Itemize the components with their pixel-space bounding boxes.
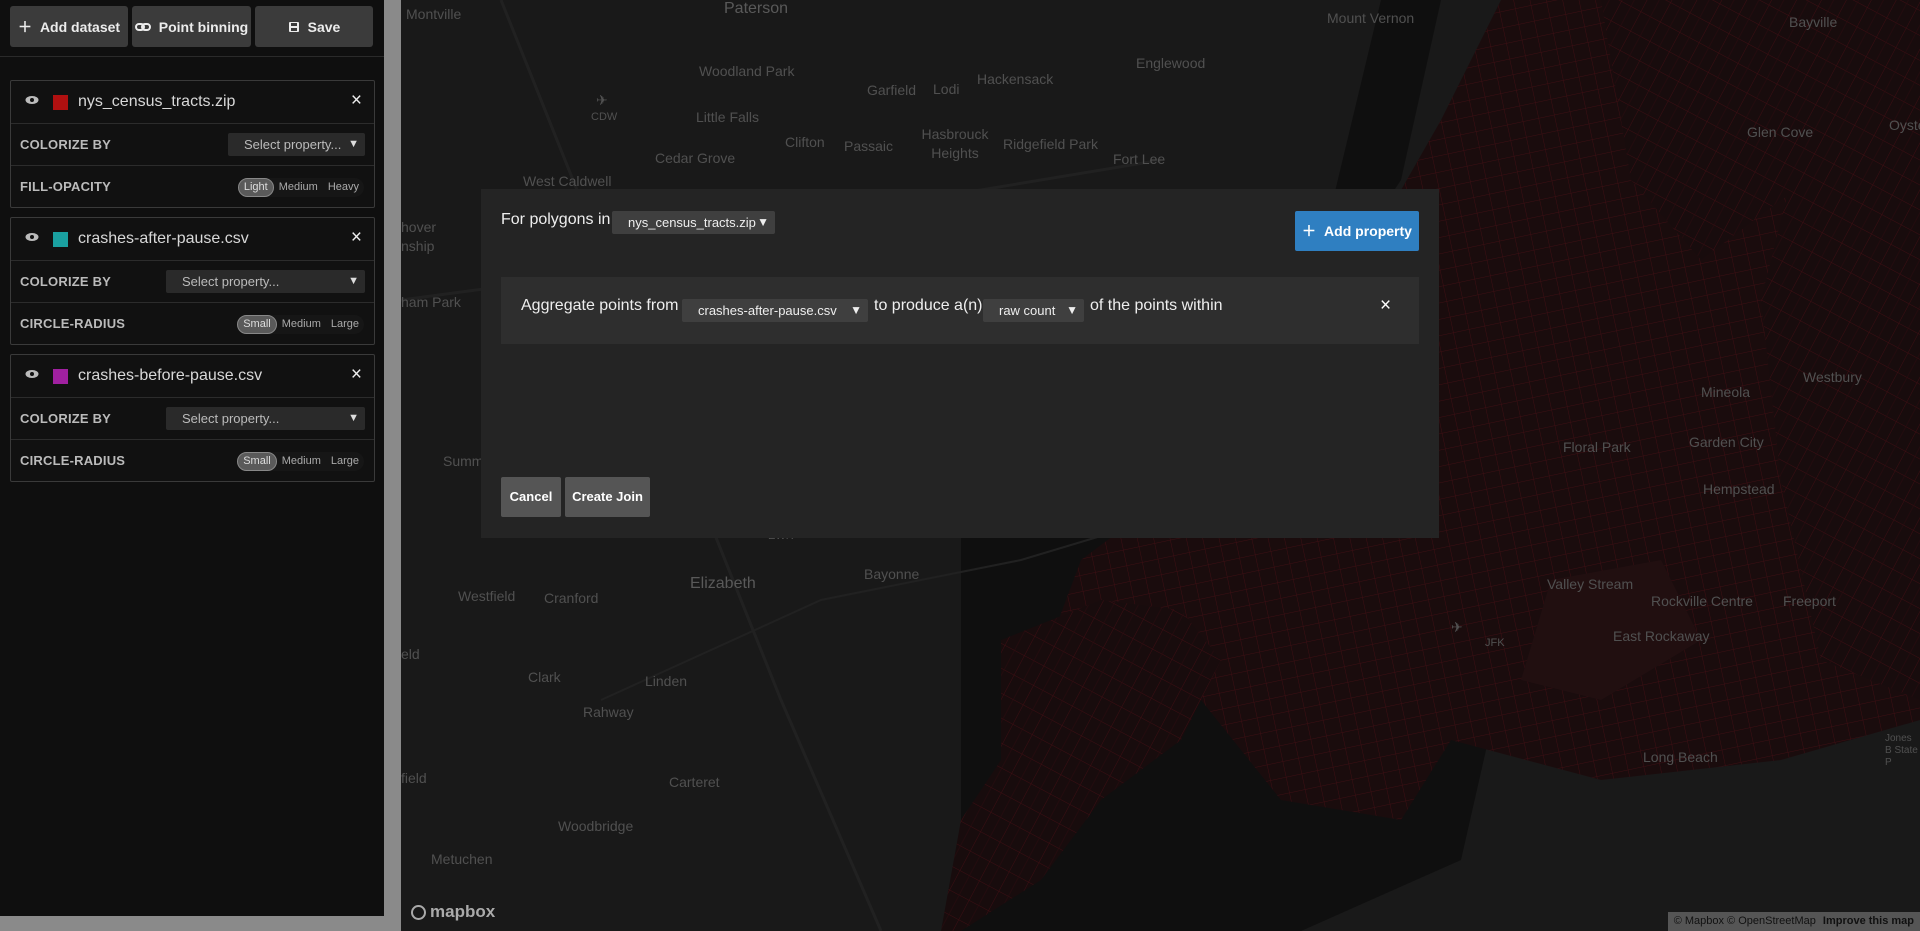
chevron-down-icon: ▼ xyxy=(1066,303,1078,317)
option-medium[interactable]: Medium xyxy=(277,452,326,471)
chevron-down-icon: ▼ xyxy=(348,138,359,150)
chevron-down-icon: ▼ xyxy=(348,275,359,287)
attribution: © Mapbox © OpenStreetMap Improve this ma… xyxy=(1667,912,1920,931)
colorize-select[interactable]: Select property... ▼ xyxy=(166,407,365,430)
colorize-label: COLORIZE BY xyxy=(20,274,112,289)
option-small[interactable]: Small xyxy=(237,452,277,471)
layer-name: crashes-before-pause.csv xyxy=(78,367,263,384)
layer-header: crashes-before-pause.csv × xyxy=(11,355,374,397)
layer-name: crashes-after-pause.csv xyxy=(78,230,249,247)
layer-card-crashes-after-pause: crashes-after-pause.csv × COLORIZE BY Se… xyxy=(10,217,375,345)
save-button[interactable]: Save xyxy=(255,6,373,47)
add-dataset-label: Add dataset xyxy=(39,18,121,35)
plus-icon: ＋ xyxy=(1302,223,1317,239)
mapbox-logo-icon xyxy=(411,904,426,920)
sidebar-horizontal-scrollbar[interactable] xyxy=(0,916,384,931)
link-icon xyxy=(134,22,151,31)
remove-layer-icon[interactable]: × xyxy=(351,227,362,249)
point-dataset-select[interactable]: crashes-after-pause.csv ▼ xyxy=(682,299,868,322)
aggregation-type-value: raw count xyxy=(999,303,1056,318)
colorize-select-value: Select property... xyxy=(182,411,280,426)
style-label: FILL-OPACITY xyxy=(20,179,111,194)
mapbox-logo-text: mapbox xyxy=(430,902,496,921)
add-dataset-button[interactable]: ＋ Add dataset xyxy=(10,6,128,47)
sidebar: ＋ Add dataset Point binning Save nys_cen… xyxy=(0,0,384,931)
radius-row: CIRCLE-RADIUS Small Medium Large xyxy=(11,302,374,344)
remove-layer-icon[interactable]: × xyxy=(351,90,362,112)
opacity-row: FILL-OPACITY Light Medium Heavy xyxy=(11,165,374,207)
chevron-down-icon: ▼ xyxy=(850,303,862,317)
to-produce-label: to produce a(n) xyxy=(874,297,983,314)
layer-card-crashes-before-pause: crashes-before-pause.csv × COLORIZE BY S… xyxy=(10,354,375,482)
option-medium[interactable]: Medium xyxy=(277,315,326,334)
layer-header: nys_census_tracts.zip × xyxy=(11,81,374,123)
add-property-button[interactable]: ＋ Add property xyxy=(1295,211,1419,251)
colorize-select[interactable]: Select property... ▼ xyxy=(166,270,365,293)
option-light[interactable]: Light xyxy=(237,178,274,197)
radius-toggle: Small Medium Large xyxy=(237,315,364,334)
radius-row: CIRCLE-RADIUS Small Medium Large xyxy=(11,439,374,481)
eye-icon[interactable] xyxy=(25,230,39,244)
remove-aggregation-icon[interactable]: × xyxy=(1380,295,1391,317)
colorize-row: COLORIZE BY Select property... ▼ xyxy=(11,397,374,439)
opacity-toggle: Light Medium Heavy xyxy=(237,178,364,197)
layer-color-swatch[interactable] xyxy=(53,232,68,247)
points-within-label: of the points within xyxy=(1090,297,1223,314)
colorize-row: COLORIZE BY Select property... ▼ xyxy=(11,123,374,165)
remove-layer-icon[interactable]: × xyxy=(351,364,362,386)
option-small[interactable]: Small xyxy=(237,315,277,334)
save-label: Save xyxy=(307,18,341,35)
colorize-select[interactable]: Select property... ▼ xyxy=(228,133,365,156)
eye-icon[interactable] xyxy=(25,93,39,107)
aggregation-row: Aggregate points from crashes-after-paus… xyxy=(501,277,1419,344)
aggregate-from-label: Aggregate points from xyxy=(521,297,679,314)
layer-header: crashes-after-pause.csv × xyxy=(11,218,374,260)
option-large[interactable]: Large xyxy=(326,315,364,334)
mapbox-logo[interactable]: mapbox xyxy=(411,902,495,922)
option-heavy[interactable]: Heavy xyxy=(323,178,364,197)
colorize-row: COLORIZE BY Select property... ▼ xyxy=(11,260,374,302)
style-label: CIRCLE-RADIUS xyxy=(20,453,126,468)
improve-map-link[interactable]: Improve this map xyxy=(1823,915,1914,927)
point-binning-button[interactable]: Point binning xyxy=(132,6,251,47)
sidebar-scrollbar[interactable] xyxy=(384,0,401,931)
create-join-button[interactable]: Create Join xyxy=(565,477,650,517)
add-property-label: Add property xyxy=(1324,223,1412,239)
colorize-label: COLORIZE BY xyxy=(20,411,112,426)
polygon-dataset-select[interactable]: nys_census_tracts.zip ▼ xyxy=(612,211,775,234)
create-join-modal: For polygons in nys_census_tracts.zip ▼ … xyxy=(481,189,1439,538)
colorize-select-value: Select property... xyxy=(182,274,280,289)
aggregation-type-select[interactable]: raw count ▼ xyxy=(983,299,1084,322)
layer-color-swatch[interactable] xyxy=(53,95,68,110)
point-binning-label: Point binning xyxy=(158,18,249,35)
colorize-label: COLORIZE BY xyxy=(20,137,112,152)
layer-color-swatch[interactable] xyxy=(53,369,68,384)
polygon-dataset-value: nys_census_tracts.zip xyxy=(628,215,756,230)
chevron-down-icon: ▼ xyxy=(348,412,359,424)
option-large[interactable]: Large xyxy=(326,452,364,471)
cancel-button[interactable]: Cancel xyxy=(501,477,561,517)
layer-name: nys_census_tracts.zip xyxy=(78,93,236,110)
plus-icon: ＋ xyxy=(17,18,32,35)
layer-card-nys-census-tracts: nys_census_tracts.zip × COLORIZE BY Sele… xyxy=(10,80,375,208)
for-polygons-label: For polygons in xyxy=(501,211,611,228)
chevron-down-icon: ▼ xyxy=(757,215,769,229)
style-label: CIRCLE-RADIUS xyxy=(20,316,126,331)
toolbar-divider xyxy=(0,56,384,57)
point-dataset-value: crashes-after-pause.csv xyxy=(698,303,837,318)
eye-icon[interactable] xyxy=(25,367,39,381)
toolbar: ＋ Add dataset Point binning Save xyxy=(10,6,373,47)
radius-toggle: Small Medium Large xyxy=(237,452,364,471)
attribution-text[interactable]: © Mapbox © OpenStreetMap xyxy=(1674,915,1816,927)
save-icon xyxy=(288,21,299,32)
option-medium[interactable]: Medium xyxy=(274,178,323,197)
colorize-select-value: Select property... xyxy=(244,137,342,152)
